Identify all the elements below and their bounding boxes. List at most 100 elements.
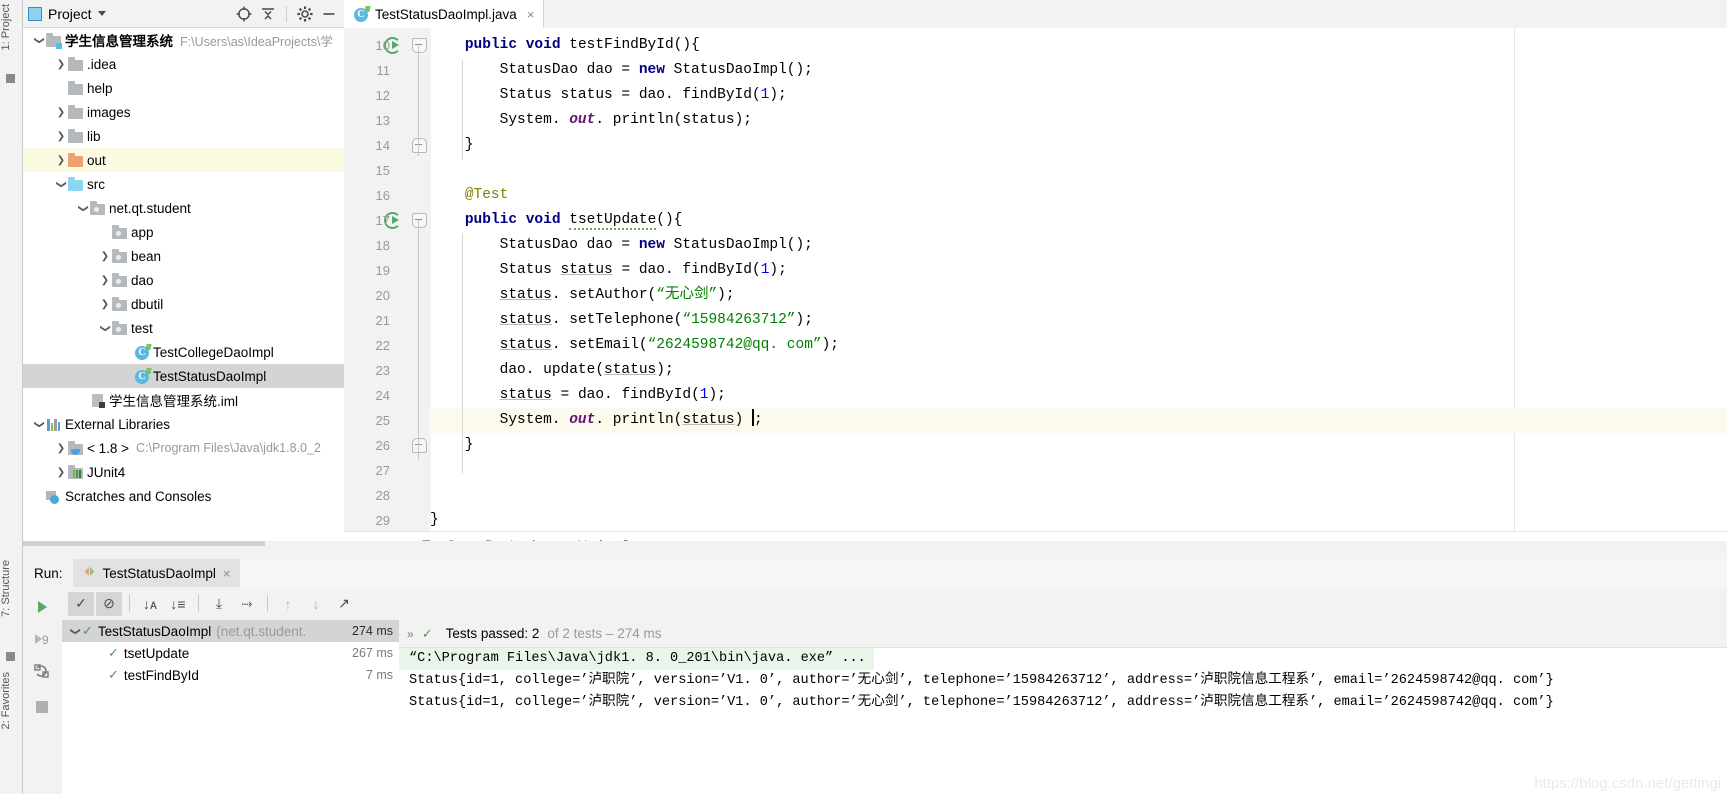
- chevron-right-icon[interactable]: [98, 274, 112, 286]
- line-number: 19: [375, 263, 390, 278]
- tree-item-app[interactable]: app: [22, 220, 344, 244]
- code-line[interactable]: 25 System. out. println(status) ;: [376, 408, 1727, 433]
- test-result-row[interactable]: ✓ testFindById 7 ms: [62, 664, 399, 686]
- chevron-right-icon[interactable]: [54, 442, 68, 454]
- code-line[interactable]: 19 Status status = dao. findById(1);: [376, 258, 1727, 283]
- tree-item-scratches-and-consoles[interactable]: Scratches and Consoles: [22, 484, 344, 508]
- code-line[interactable]: 10 public void testFindById(){: [376, 33, 1727, 58]
- gear-icon[interactable]: [296, 5, 314, 23]
- chevron-right-icon[interactable]: [54, 58, 68, 70]
- code-line[interactable]: 26 }: [376, 433, 1727, 458]
- tree-item-dbutil[interactable]: dbutil: [22, 292, 344, 316]
- chevron-down-icon[interactable]: [32, 418, 46, 430]
- code-fold-bottom-icon[interactable]: [412, 438, 427, 453]
- sort-alphabetically-button[interactable]: ↓ᴀ: [137, 592, 163, 616]
- line-number: 16: [375, 188, 390, 203]
- tree-item-images[interactable]: images: [22, 100, 344, 124]
- chevron-down-icon[interactable]: [54, 178, 68, 190]
- tree-item-src[interactable]: src: [22, 172, 344, 196]
- code-editor[interactable]: 10 public void testFindById(){11 StatusD…: [344, 28, 1727, 531]
- collapse-all-button[interactable]: ⤑: [234, 592, 260, 616]
- expand-status-icon[interactable]: »: [407, 627, 414, 641]
- code-fold-top-icon[interactable]: [412, 213, 427, 228]
- toggle-auto-test-icon[interactable]: [30, 659, 54, 683]
- run-tab-teststatusdaoimpl[interactable]: TestStatusDaoImpl ×: [72, 559, 241, 587]
- rerun-icon[interactable]: [30, 595, 54, 619]
- rerun-failed-icon[interactable]: 9: [30, 627, 54, 651]
- code-line[interactable]: 21 status. setTelephone(“15984263712”);: [376, 308, 1727, 333]
- panel-splitter[interactable]: [22, 541, 1727, 559]
- code-area[interactable]: 10 public void testFindById(){11 StatusD…: [376, 28, 1727, 531]
- splitter-grip-right[interactable]: [265, 541, 1727, 546]
- code-line[interactable]: 20 status. setAuthor(“无心剑”);: [376, 283, 1727, 308]
- code-line[interactable]: 13 System. out. println(status);: [376, 108, 1727, 133]
- export-button[interactable]: ↗: [331, 592, 357, 616]
- tree-item-test[interactable]: test: [22, 316, 344, 340]
- code-text: dao. update(status);: [430, 362, 674, 378]
- stop-icon[interactable]: [30, 695, 54, 719]
- close-icon[interactable]: ×: [527, 7, 535, 22]
- collapse-all-icon[interactable]: [259, 5, 277, 23]
- hide-ignored-button[interactable]: ⊘: [96, 591, 122, 616]
- chevron-down-icon[interactable]: [97, 11, 106, 16]
- splitter-grip[interactable]: [22, 541, 265, 546]
- sidebar-item-structure[interactable]: 7: Structure: [0, 560, 22, 617]
- project-tree[interactable]: 学生信息管理系统 F:\Users\as\IdeaProjects\学 .idea h…: [22, 28, 345, 541]
- code-line[interactable]: 23 dao. update(status);: [376, 358, 1727, 383]
- previous-failed-button[interactable]: ↑: [275, 592, 301, 616]
- tree-item-bean[interactable]: bean: [22, 244, 344, 268]
- chevron-down-icon[interactable]: [76, 202, 90, 214]
- chevron-right-icon[interactable]: [98, 250, 112, 262]
- tree-item-idea[interactable]: .idea: [22, 52, 344, 76]
- code-line[interactable]: 14 }: [376, 133, 1727, 158]
- test-results-tree[interactable]: ✓ TestStatusDaoImpl(net.qt.student. 274 ms…: [62, 620, 400, 794]
- chevron-right-icon[interactable]: [54, 154, 68, 166]
- sidebar-item-favorites[interactable]: 2: Favorites: [0, 672, 22, 729]
- chevron-down-icon[interactable]: [68, 625, 82, 637]
- code-line[interactable]: 18 StatusDao dao = new StatusDaoImpl();: [376, 233, 1727, 258]
- tree-item-testcollegedaoimpl[interactable]: C TestCollegeDaoImpl: [22, 340, 344, 364]
- code-line[interactable]: 27: [376, 458, 1727, 483]
- tree-item-dao[interactable]: dao: [22, 268, 344, 292]
- hide-icon[interactable]: [320, 5, 338, 23]
- chevron-right-icon[interactable]: [98, 298, 112, 310]
- locate-icon[interactable]: [235, 5, 253, 23]
- tree-item-teststatusdaoimpl[interactable]: C TestStatusDaoImpl: [22, 364, 344, 388]
- console-output[interactable]: “C:\Program Files\Java\jdk1. 8. 0_201\bi…: [399, 648, 1727, 794]
- code-fold-top-icon[interactable]: [412, 38, 427, 53]
- chevron-right-icon[interactable]: [54, 130, 68, 142]
- close-icon[interactable]: ×: [223, 566, 231, 581]
- show-passed-button[interactable]: ✓: [68, 591, 94, 616]
- tree-item-external-libraries[interactable]: External Libraries: [22, 412, 344, 436]
- tree-item-net-qt-student[interactable]: net.qt.student: [22, 196, 344, 220]
- sort-by-duration-button[interactable]: ↓≡: [165, 592, 191, 616]
- tree-item-1-8[interactable]: < 1.8 > C:\Program Files\Java\jdk1.8.0_2: [22, 436, 344, 460]
- tree-item-lib[interactable]: lib: [22, 124, 344, 148]
- code-line[interactable]: 16 @Test: [376, 183, 1727, 208]
- code-line[interactable]: 15: [376, 158, 1727, 183]
- sidebar-item-project[interactable]: 1: Project: [0, 4, 22, 50]
- chevron-down-icon[interactable]: [32, 34, 46, 46]
- editor-tab-teststatusdaoimpl[interactable]: C TestStatusDaoImpl.java ×: [344, 0, 545, 28]
- code-line[interactable]: 11 StatusDao dao = new StatusDaoImpl();: [377, 58, 1727, 83]
- tree-item-junit4[interactable]: JUnit4: [22, 460, 344, 484]
- tree-item-out[interactable]: out: [22, 148, 344, 172]
- code-line[interactable]: 24 status = dao. findById(1);: [376, 383, 1727, 408]
- code-line[interactable]: 17 public void tsetUpdate(){: [376, 208, 1727, 233]
- code-line[interactable]: 22 status. setEmail(“2624598742@qq. com”…: [376, 333, 1727, 358]
- tree-item-help[interactable]: help: [22, 76, 344, 100]
- next-failed-button[interactable]: ↓: [303, 592, 329, 616]
- chevron-right-icon[interactable]: [54, 466, 68, 478]
- tree-item-[interactable]: 学生信息管理系统 F:\Users\as\IdeaProjects\学: [22, 28, 344, 52]
- expand-all-button[interactable]: ⤓: [206, 592, 232, 616]
- code-line[interactable]: 29}: [376, 508, 1727, 531]
- test-result-row[interactable]: ✓ TestStatusDaoImpl(net.qt.student. 274 ms: [62, 620, 399, 642]
- code-fold-bottom-icon[interactable]: [412, 138, 427, 153]
- test-result-row[interactable]: ✓ tsetUpdate 267 ms: [62, 642, 399, 664]
- chevron-right-icon[interactable]: [54, 106, 68, 118]
- tree-item-iml[interactable]: 学生信息管理系统.iml: [22, 388, 344, 412]
- code-line[interactable]: 28: [376, 483, 1727, 508]
- chevron-down-icon[interactable]: [98, 322, 112, 334]
- run-toolbar[interactable]: ✓ ⊘ ↓ᴀ ↓≡ ⤓ ⤑ ↑ ↓ ↗: [62, 587, 1727, 620]
- code-line[interactable]: 12 Status status = dao. findById(1);: [376, 83, 1727, 108]
